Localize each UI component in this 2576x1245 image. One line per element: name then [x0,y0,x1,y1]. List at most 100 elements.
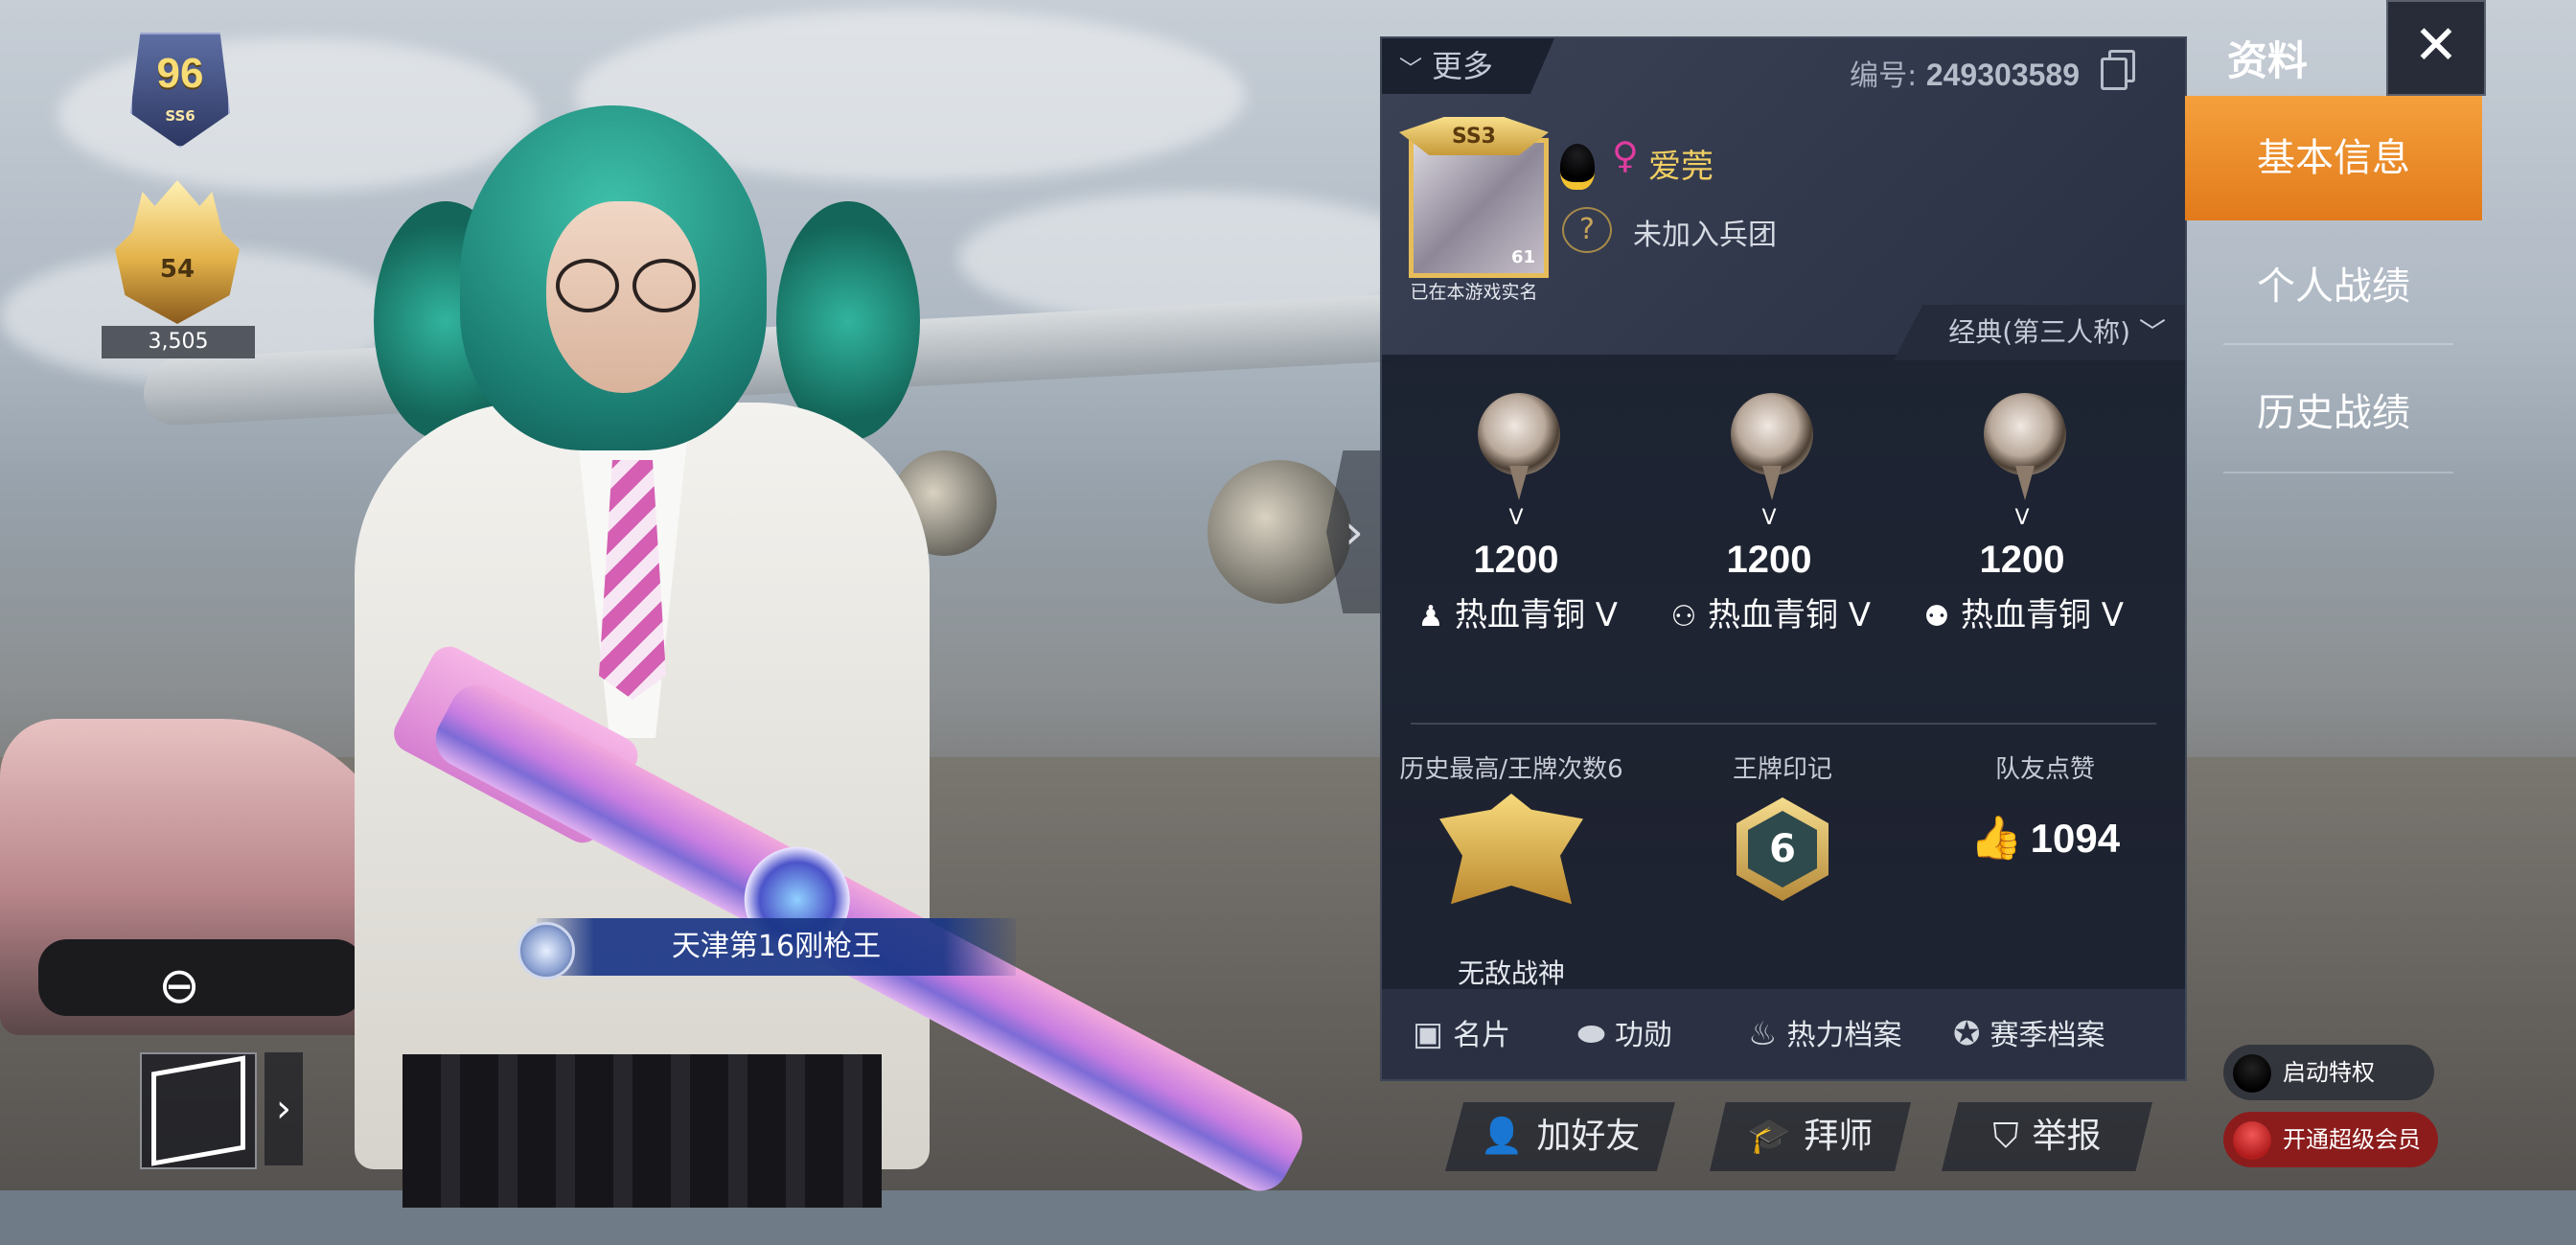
report-label: 举报 [2032,1117,2102,1156]
close-button[interactable]: ✕ [2386,0,2486,96]
best-rank-title: 无敌战神 [1457,957,1565,989]
rank-tier-numeral: V [2014,506,2030,530]
crate-icon [151,1055,245,1166]
ace-mark-label: 王牌印记 [1732,755,1832,784]
conqueror-emblem-icon [1439,794,1583,905]
privilege-chip[interactable]: 启动特权 [2223,1045,2434,1100]
super-vip-chip[interactable]: 开通超级会员 [2223,1112,2438,1167]
profile-panel: ﹀ 更多 编号: 249303589 SS3 61 已在本游戏实名 ♀ 爱莞 ? … [1380,36,2187,1081]
profile-bottom-tabs: ▣ 名片 ⬬ 功勋 ♨ 热力档案 ✪ 赛季档案 [1382,989,2185,1079]
legion-icon: ? [1562,207,1612,253]
rank-label-row: ⚇ 热血青铜 V [1643,588,1896,635]
rank-tiers: V 1200 ♟ 热血青铜 V V 1200 ⚇ 热血青铜 V V 1200 ⚉ 热血… [1382,393,2185,680]
solo-icon: ♟ [1417,600,1444,634]
rank-label: 热血青铜 V [1960,596,2125,634]
character-glasses [556,259,700,312]
tab-label: 功勋 [1615,1019,1673,1052]
tab-merit[interactable]: ⬬ 功勋 [1577,989,1672,1079]
season-icon: ✪ [1953,1015,1981,1053]
hair-ponytail-right [776,201,920,441]
section-divider [1411,723,2156,725]
close-icon: ✕ [2413,14,2459,77]
bronze-medal-icon [1731,393,1813,500]
flame-icon [115,180,240,324]
player-title-banner: 天津第16刚枪王 [518,918,1016,980]
rank-level-badge[interactable]: 96 SS6 [130,33,230,148]
rank-score: 1200 [1726,539,1812,581]
add-user-icon: 👤 [1480,1117,1524,1156]
qq-vip-icon [2233,1121,2271,1160]
more-dropdown[interactable]: ﹀ 更多 [1382,38,1554,94]
player-name: 爱莞 [1648,148,1714,186]
sidebar-item-basic-info[interactable]: 基本信息 [2185,96,2482,220]
rank-label: 热血青铜 V [1454,596,1619,634]
tab-name-card[interactable]: ▣ 名片 [1413,989,1510,1079]
fire-icon: ♨ [1748,1015,1778,1053]
add-friend-label: 加好友 [1536,1117,1641,1156]
legion-status: 未加入兵团 [1633,219,1777,252]
expand-arrow-icon[interactable]: › [264,1052,303,1165]
rank-score: 1200 [1473,539,1559,581]
add-friend-button[interactable]: 👤 加好友 [1445,1102,1675,1171]
avatar[interactable]: SS3 61 [1399,117,1549,289]
popularity-level: 54 [159,255,196,284]
copy-icon[interactable] [2101,50,2135,90]
player-title-text: 天津第16刚枪王 [671,930,882,963]
privilege-label: 启动特权 [2283,1059,2375,1086]
tab-heat-profile[interactable]: ♨ 热力档案 [1748,989,1901,1079]
tab-label: 名片 [1453,1019,1511,1052]
popularity-badge[interactable]: 54 [115,180,240,324]
popularity-score: 3,505 [102,326,255,358]
achievement-stats: 历史最高/王牌次数6 无敌战神 王牌印记 6 队友点赞 👍 1094 [1382,749,2185,989]
likes-value: 1094 [2030,816,2121,861]
rank-duo[interactable]: V 1200 ⚇ 热血青铜 V [1643,393,1896,680]
inventory-crate-button[interactable] [140,1052,257,1169]
teammate-likes-stat[interactable]: 队友点赞 👍 1094 [1919,749,2172,989]
report-button[interactable]: ⛉ 举报 [1942,1102,2152,1171]
zoom-out-icon[interactable]: ⊖ [146,953,213,1020]
rank-score: 1200 [1979,539,2065,581]
badge-icon: ⬬ [1577,1015,1606,1053]
player-id: 编号: 249303589 [1850,52,2080,94]
qq-icon [1560,144,1595,190]
sidebar-item-personal-stats[interactable]: 个人战绩 [2185,224,2482,349]
rank-label-row: ♟ 热血青铜 V [1390,588,1643,635]
more-label: 更多 [1432,48,1494,84]
bronze-medal-icon [1478,393,1560,500]
player-character [268,96,1313,1208]
character-skirt [402,1054,882,1208]
tab-season-profile[interactable]: ✪ 赛季档案 [1953,989,2105,1079]
likes-row: 👍 1094 [1919,813,2172,863]
tab-label: 热力档案 [1786,1019,1902,1052]
rank-level-tag: SS6 [165,107,196,125]
mode-selector-label: 经典(第三人称) [1948,316,2131,348]
squad-icon: ⚉ [1923,600,1950,634]
duo-icon: ⚇ [1670,600,1697,634]
qq-icon [2233,1054,2271,1093]
sidebar-item-history-stats[interactable]: 历史战绩 [2185,351,2482,475]
page-title: 资料 [2227,37,2309,84]
bronze-medal-icon [1984,393,2066,500]
best-rank-stat[interactable]: 历史最高/王牌次数6 无敌战神 [1382,749,1641,989]
avatar-level: 61 [1510,247,1535,267]
mode-selector-dropdown[interactable]: 经典(第三人称) ﹀ [1894,305,2185,360]
rank-solo[interactable]: V 1200 ♟ 热血青铜 V [1390,393,1643,680]
graduation-cap-icon: 🎓 [1747,1117,1791,1156]
female-gender-icon: ♀ [1612,134,1639,176]
rank-tier-numeral: V [1508,506,1524,530]
best-rank-label: 历史最高/王牌次数6 [1399,755,1623,784]
ace-mark-stat[interactable]: 王牌印记 6 [1656,749,1909,989]
chevron-down-icon: ﹀ [1399,56,1422,82]
avatar-tier-tag: SS3 [1451,125,1496,149]
rank-level-number: 96 [156,50,204,97]
rank-squad[interactable]: V 1200 ⚉ 热血青铜 V [1896,393,2149,680]
report-shield-icon: ⛉ [1992,1117,2019,1156]
chevron-down-icon: ﹀ [2138,316,2166,348]
teammate-likes-label: 队友点赞 [1994,755,2095,784]
player-id-value: 249303589 [1925,58,2080,92]
mentor-label: 拜师 [1804,1117,1874,1156]
rank-tier-numeral: V [1761,506,1777,530]
rank-label-row: ⚉ 热血青铜 V [1896,588,2149,635]
thumbs-up-icon: 👍 [1969,815,2023,862]
mentor-button[interactable]: 🎓 拜师 [1710,1102,1911,1171]
